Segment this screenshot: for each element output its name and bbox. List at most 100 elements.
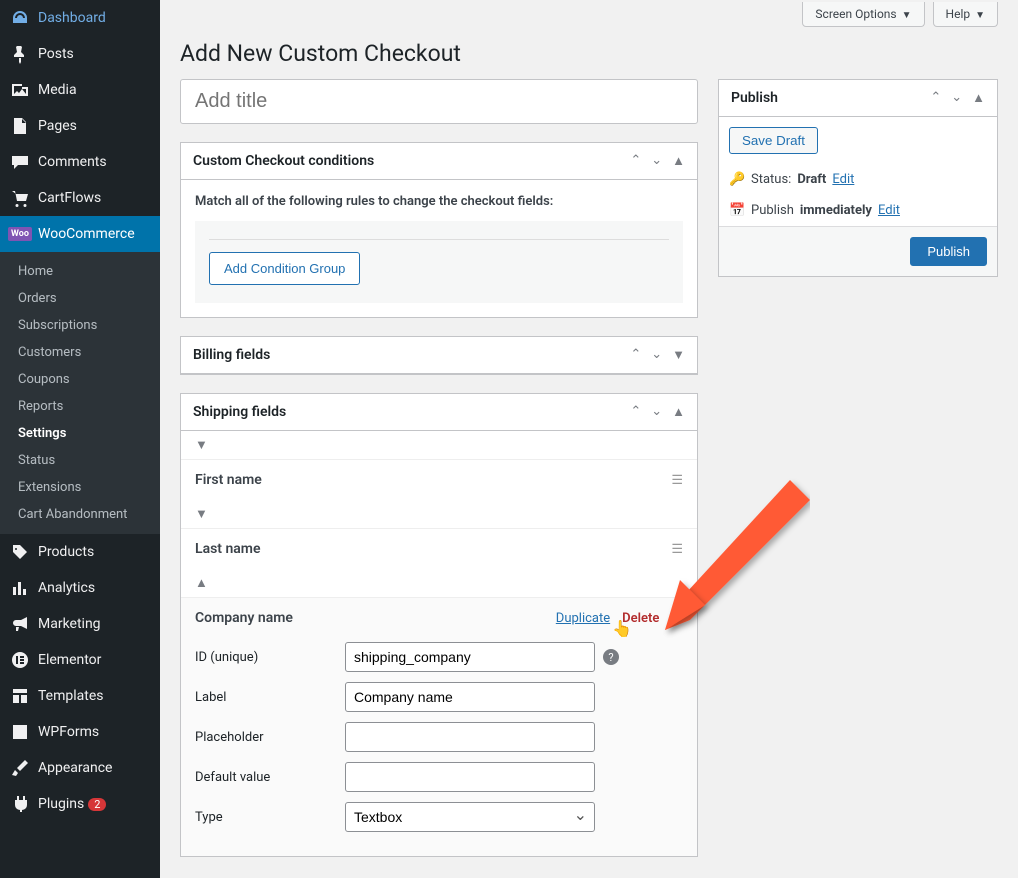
default-input[interactable] [345, 762, 595, 792]
field-first-name[interactable]: First name ☰ [181, 460, 697, 500]
help-tab[interactable]: Help ▼ [933, 2, 998, 27]
sidebar-item-wpforms[interactable]: WPForms [0, 714, 160, 750]
placeholder-input[interactable] [345, 722, 595, 752]
sub-cart-abandonment[interactable]: Cart Abandonment [0, 501, 160, 528]
sub-coupons[interactable]: Coupons [0, 366, 160, 393]
sidebar-item-dashboard[interactable]: Dashboard [0, 0, 160, 36]
sub-customers[interactable]: Customers [0, 339, 160, 366]
dashboard-icon [10, 8, 30, 28]
calendar-icon: 📅 [729, 203, 745, 218]
sidebar-label: Appearance [38, 760, 112, 776]
sidebar-item-posts[interactable]: Posts [0, 36, 160, 72]
sidebar-label: Templates [38, 688, 104, 704]
schedule-prefix: Publish [751, 203, 794, 218]
media-icon [10, 80, 30, 100]
publish-button[interactable]: Publish [910, 237, 987, 266]
triangle-up-icon[interactable]: ▲ [672, 153, 685, 169]
key-icon: 🔑 [729, 172, 745, 187]
sub-home[interactable]: Home [0, 258, 160, 285]
triangle-down-icon[interactable]: ▼ [195, 437, 208, 453]
chevron-up-icon[interactable]: ⌃ [630, 404, 641, 420]
sidebar-item-comments[interactable]: Comments [0, 144, 160, 180]
status-edit-link[interactable]: Edit [832, 172, 854, 187]
sidebar-item-templates[interactable]: Templates [0, 678, 160, 714]
sidebar-item-plugins[interactable]: Plugins 2 [0, 786, 160, 822]
default-label: Default value [195, 770, 345, 785]
sidebar-item-woocommerce[interactable]: Woo WooCommerce [0, 216, 160, 252]
help-icon[interactable]: ? [603, 649, 619, 665]
chevron-down-icon[interactable]: ⌄ [951, 90, 962, 106]
sidebar-label: Marketing [38, 616, 101, 632]
sidebar-item-media[interactable]: Media [0, 72, 160, 108]
placeholder-label: Placeholder [195, 730, 345, 745]
schedule-value: immediately [800, 203, 872, 218]
status-value: Draft [797, 172, 826, 187]
save-draft-button[interactable]: Save Draft [729, 127, 818, 154]
sub-subscriptions[interactable]: Subscriptions [0, 312, 160, 339]
sidebar-label: WooCommerce [38, 226, 135, 242]
sidebar-label: Analytics [38, 580, 95, 596]
cartflows-icon [10, 188, 30, 208]
sidebar-label: Comments [38, 154, 107, 170]
triangle-up-icon[interactable]: ▲ [972, 90, 985, 106]
chevron-up-icon[interactable]: ⌃ [630, 347, 641, 363]
id-input[interactable] [345, 642, 595, 672]
drag-icon[interactable]: ☰ [671, 473, 683, 488]
publish-title: Publish [731, 90, 778, 106]
billing-title: Billing fields [193, 347, 270, 363]
sub-status[interactable]: Status [0, 447, 160, 474]
pin-icon [10, 44, 30, 64]
label-input[interactable] [345, 682, 595, 712]
chevron-down-icon[interactable]: ⌄ [651, 404, 662, 420]
chevron-down-icon[interactable]: ⌄ [651, 153, 662, 169]
sidebar-label: WPForms [38, 724, 99, 740]
drag-icon[interactable]: ☰ [671, 611, 683, 626]
type-select[interactable]: Textbox [345, 802, 595, 832]
sidebar-item-products[interactable]: Products [0, 534, 160, 570]
triangle-down-icon[interactable]: ▼ [672, 347, 685, 363]
sidebar-item-cartflows[interactable]: CartFlows [0, 180, 160, 216]
sidebar-label: Media [38, 82, 77, 98]
sidebar-item-appearance[interactable]: Appearance [0, 750, 160, 786]
sub-settings[interactable]: Settings [0, 420, 160, 447]
sub-reports[interactable]: Reports [0, 393, 160, 420]
woo-submenu: Home Orders Subscriptions Customers Coup… [0, 252, 160, 534]
status-label: Status: [751, 172, 791, 187]
sidebar-label: Dashboard [38, 10, 106, 26]
schedule-edit-link[interactable]: Edit [878, 203, 900, 218]
chevron-up-icon[interactable]: ⌃ [930, 90, 941, 106]
triangle-down-icon[interactable]: ▼ [195, 506, 208, 522]
sidebar-item-analytics[interactable]: Analytics [0, 570, 160, 606]
sub-orders[interactable]: Orders [0, 285, 160, 312]
field-company-name[interactable]: Company name Duplicate Delete ☰ [181, 598, 697, 638]
label-label: Label [195, 690, 345, 705]
conditions-panel: Custom Checkout conditions ⌃ ⌄ ▲ Match a… [180, 142, 698, 318]
drag-icon[interactable]: ☰ [671, 542, 683, 557]
sidebar-label: Products [38, 544, 94, 560]
triangle-up-icon[interactable]: ▲ [672, 404, 685, 420]
triangle-up-icon[interactable]: ▲ [195, 575, 208, 591]
sidebar-item-pages[interactable]: Pages [0, 108, 160, 144]
update-badge: 2 [88, 798, 106, 811]
chevron-down-icon[interactable]: ⌄ [651, 347, 662, 363]
screen-options-tab[interactable]: Screen Options ▼ [802, 2, 924, 27]
sub-extensions[interactable]: Extensions [0, 474, 160, 501]
type-label: Type [195, 810, 345, 825]
page-title: Add New Custom Checkout [180, 31, 998, 79]
billing-panel: Billing fields ⌃ ⌄ ▼ [180, 336, 698, 375]
chevron-up-icon[interactable]: ⌃ [630, 153, 641, 169]
main-content: Screen Options ▼ Help ▼ Add New Custom C… [160, 0, 1018, 878]
delete-link[interactable]: Delete [622, 611, 659, 626]
field-last-name[interactable]: Last name ☰ [181, 529, 697, 569]
sidebar-item-elementor[interactable]: Elementor [0, 642, 160, 678]
wpforms-icon [10, 722, 30, 742]
add-condition-button[interactable]: Add Condition Group [209, 252, 360, 285]
comment-icon [10, 152, 30, 172]
page-icon [10, 116, 30, 136]
post-title-input[interactable] [180, 79, 698, 124]
sidebar-item-marketing[interactable]: Marketing [0, 606, 160, 642]
sidebar-label: Plugins [38, 796, 84, 812]
duplicate-link[interactable]: Duplicate [556, 611, 610, 626]
templates-icon [10, 686, 30, 706]
sidebar-label: Posts [38, 46, 74, 62]
